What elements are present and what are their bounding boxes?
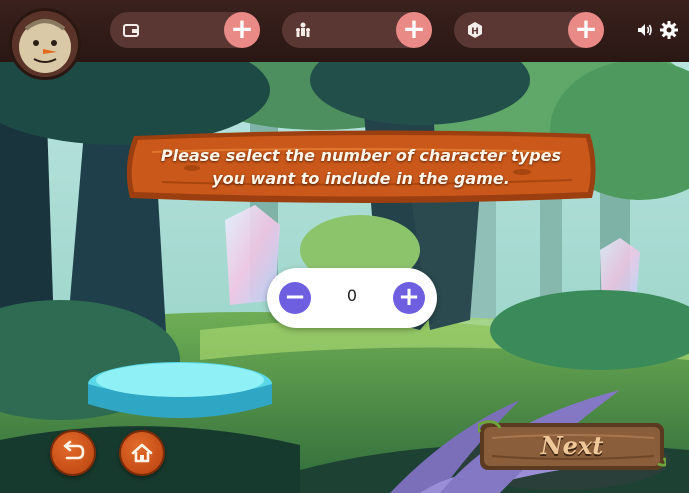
next-label: Next (540, 431, 604, 460)
home-button[interactable] (119, 430, 165, 476)
home-icon (131, 443, 153, 463)
wallet-icon (122, 21, 140, 39)
gear-icon[interactable] (659, 20, 679, 40)
instruction-line-1: Please select the number of character ty… (160, 146, 562, 165)
team-resource-pill: + (282, 12, 432, 48)
team-icon (294, 21, 312, 39)
hint-icon: H (466, 21, 484, 39)
stepper-value: 0 (346, 286, 358, 305)
hint-resource-pill: H + (454, 12, 604, 48)
sound-icon[interactable] (635, 20, 655, 40)
add-hint-button[interactable]: + (568, 12, 604, 48)
character-type-stepper: − 0 + (267, 268, 437, 328)
snowman-avatar-icon (12, 11, 78, 77)
decrement-button[interactable]: − (279, 282, 311, 314)
player-avatar[interactable] (9, 8, 81, 80)
game-screen: + + H + Please select the number of char… (0, 0, 689, 493)
wallet-resource-pill: + (110, 12, 260, 48)
next-button[interactable]: Next (478, 420, 666, 472)
back-button[interactable] (50, 430, 96, 476)
hint-glyph: H (471, 27, 479, 37)
instruction-line-2: you want to include in the game. (212, 169, 510, 188)
add-wallet-button[interactable]: + (224, 12, 260, 48)
undo-arrow-icon (63, 440, 85, 460)
increment-button[interactable]: + (393, 282, 425, 314)
instruction-text: Please select the number of character ty… (122, 144, 600, 190)
add-team-button[interactable]: + (396, 12, 432, 48)
instruction-sign: Please select the number of character ty… (122, 128, 600, 204)
